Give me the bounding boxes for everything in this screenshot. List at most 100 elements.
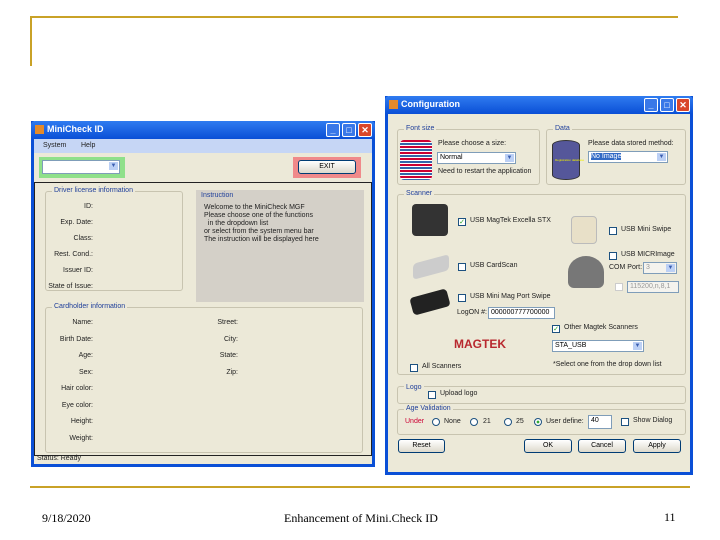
status-bar: Status: Ready bbox=[37, 455, 81, 462]
close-button[interactable]: ✕ bbox=[358, 123, 372, 137]
left-rule bbox=[30, 16, 32, 66]
age-radio-21[interactable] bbox=[470, 418, 478, 426]
minimize-button[interactable]: _ bbox=[326, 123, 340, 137]
cardholder-field-label: Eye color: bbox=[61, 401, 93, 409]
driver-field-label: State of Issue: bbox=[48, 283, 93, 290]
maximize-button[interactable]: □ bbox=[660, 98, 674, 112]
window-title: MiniCheck ID bbox=[47, 124, 104, 134]
db-label: Registration database bbox=[555, 158, 585, 162]
reset-button[interactable]: Reset bbox=[398, 439, 445, 453]
driver-field-label: Rest. Cond.: bbox=[54, 251, 93, 258]
cardholder-field-label: Hair color: bbox=[61, 385, 93, 392]
chevron-down-icon: ▼ bbox=[109, 162, 118, 170]
chevron-down-icon: ▼ bbox=[505, 154, 514, 162]
age-radio-none[interactable] bbox=[432, 418, 440, 426]
magtek-logo: MAGTEK bbox=[454, 337, 506, 351]
data-method-dropdown[interactable]: No Image ▼ bbox=[588, 151, 668, 163]
exit-frame: EXIT bbox=[293, 157, 361, 178]
com-port-dropdown[interactable]: 3 ▼ bbox=[643, 262, 677, 274]
group-label: Logo bbox=[404, 384, 424, 391]
usb-minimag-checkbox[interactable] bbox=[458, 294, 466, 302]
close-button[interactable]: ✕ bbox=[676, 98, 690, 112]
age-option-label: None bbox=[444, 418, 461, 425]
group-label: Age Validation bbox=[404, 405, 453, 412]
upload-logo-checkbox[interactable] bbox=[428, 391, 436, 399]
instruction-line: in the dropdown list bbox=[204, 220, 269, 227]
driver-license-group: Driver license information bbox=[45, 187, 183, 291]
age-prefix-label: Under bbox=[405, 418, 425, 425]
menu-bar: System Help bbox=[34, 139, 372, 153]
menu-help[interactable]: Help bbox=[81, 142, 95, 149]
apply-button[interactable]: Apply bbox=[633, 439, 681, 453]
group-label: Driver license information bbox=[52, 187, 135, 194]
other-magtek-checkbox[interactable]: ✓ bbox=[552, 325, 560, 333]
title-bar: Configuration _ □ ✕ bbox=[385, 96, 693, 114]
usb-excella-label: USB MagTek Excella STX bbox=[470, 217, 551, 224]
age-option-label: 25 bbox=[516, 418, 524, 425]
age-option-label: User define: bbox=[546, 418, 584, 425]
logon-field[interactable]: 000000777700000 bbox=[488, 307, 555, 319]
app-icon bbox=[389, 100, 398, 109]
function-dropdown[interactable]: ▼ bbox=[42, 160, 120, 174]
group-label: Font size bbox=[404, 125, 437, 132]
age-radio-25[interactable] bbox=[504, 418, 512, 426]
cancel-button[interactable]: Cancel bbox=[578, 439, 626, 453]
chevron-down-icon: ▼ bbox=[633, 342, 642, 350]
instruction-line: Welcome to the MiniCheck MGF bbox=[204, 204, 305, 211]
usb-micrimage-checkbox[interactable] bbox=[609, 252, 617, 260]
baud-field[interactable]: 115200,n,8,1 bbox=[627, 281, 679, 293]
function-dropdown-frame: ▼ bbox=[39, 157, 125, 178]
selected-value: 3 bbox=[646, 264, 650, 271]
all-scanners-label: All Scanners bbox=[422, 363, 462, 370]
selected-value: Normal bbox=[440, 154, 463, 161]
font-prompt: Please choose a size: bbox=[438, 140, 507, 147]
mini-swipe-image bbox=[571, 216, 597, 244]
driver-field-label: Class: bbox=[73, 235, 93, 242]
maximize-button[interactable]: □ bbox=[342, 123, 356, 137]
window-title: Configuration bbox=[401, 99, 460, 109]
other-magtek-note: *Select one from the drop down list bbox=[553, 361, 662, 368]
age-user-field[interactable]: 40 bbox=[588, 415, 612, 429]
show-dialog-label: Show Dialog bbox=[633, 417, 673, 424]
minicheck-window: MiniCheck ID _ □ ✕ System Help ▼ EXIT Driv… bbox=[31, 121, 375, 467]
driver-field-label: Exp. Date: bbox=[60, 219, 93, 226]
data-prompt: Please data stored method: bbox=[588, 140, 674, 147]
font-sample-image bbox=[400, 140, 432, 180]
minimize-button[interactable]: _ bbox=[644, 98, 658, 112]
menu-system[interactable]: System bbox=[43, 142, 66, 149]
cardholder-group: Cardholder information bbox=[45, 303, 363, 453]
group-label: Cardholder information bbox=[52, 303, 128, 310]
cardholder-field-label: Street: bbox=[217, 319, 238, 326]
slide-date: 9/18/2020 bbox=[42, 511, 91, 525]
other-magtek-dropdown[interactable]: STA_USB ▼ bbox=[552, 340, 644, 352]
show-dialog-checkbox[interactable] bbox=[621, 418, 629, 426]
app-icon bbox=[35, 125, 44, 134]
instruction-line: The instruction will be displayed here bbox=[204, 236, 319, 243]
usb-cardscan-checkbox[interactable] bbox=[458, 263, 466, 271]
cardholder-field-label: Birth Date: bbox=[59, 335, 93, 343]
group-label: Data bbox=[553, 125, 572, 132]
all-scanners-checkbox[interactable] bbox=[410, 364, 418, 372]
cardholder-field-label: Age: bbox=[78, 352, 93, 359]
usb-excella-checkbox[interactable]: ✓ bbox=[458, 218, 466, 226]
chevron-down-icon: ▼ bbox=[666, 264, 675, 272]
selected-value: STA_USB bbox=[555, 342, 587, 349]
age-radio-user-define[interactable] bbox=[534, 418, 542, 426]
instruction-title: Instruction bbox=[201, 192, 234, 199]
com-port-label: COM Port: bbox=[609, 264, 643, 271]
chevron-down-icon: ▼ bbox=[657, 153, 666, 161]
exit-button[interactable]: EXIT bbox=[298, 160, 356, 174]
cardholder-field-label: Weight: bbox=[69, 434, 93, 442]
usb-mini-swipe-checkbox[interactable] bbox=[609, 227, 617, 235]
excella-scanner-image bbox=[412, 204, 448, 236]
font-note: Need to restart the application bbox=[438, 168, 532, 175]
baud-checkbox[interactable] bbox=[615, 283, 623, 291]
main-panel: Driver license information ID: Exp. Date:… bbox=[34, 182, 372, 456]
instruction-line: Please choose one of the functions bbox=[204, 212, 313, 219]
top-rule bbox=[30, 16, 678, 18]
font-size-dropdown[interactable]: Normal ▼ bbox=[437, 152, 516, 164]
instruction-line: or select from the system menu bar bbox=[204, 228, 314, 235]
ok-button[interactable]: OK bbox=[524, 439, 572, 453]
driver-field-label: Issuer ID: bbox=[63, 267, 93, 274]
title-bar: MiniCheck ID _ □ ✕ bbox=[31, 121, 375, 139]
